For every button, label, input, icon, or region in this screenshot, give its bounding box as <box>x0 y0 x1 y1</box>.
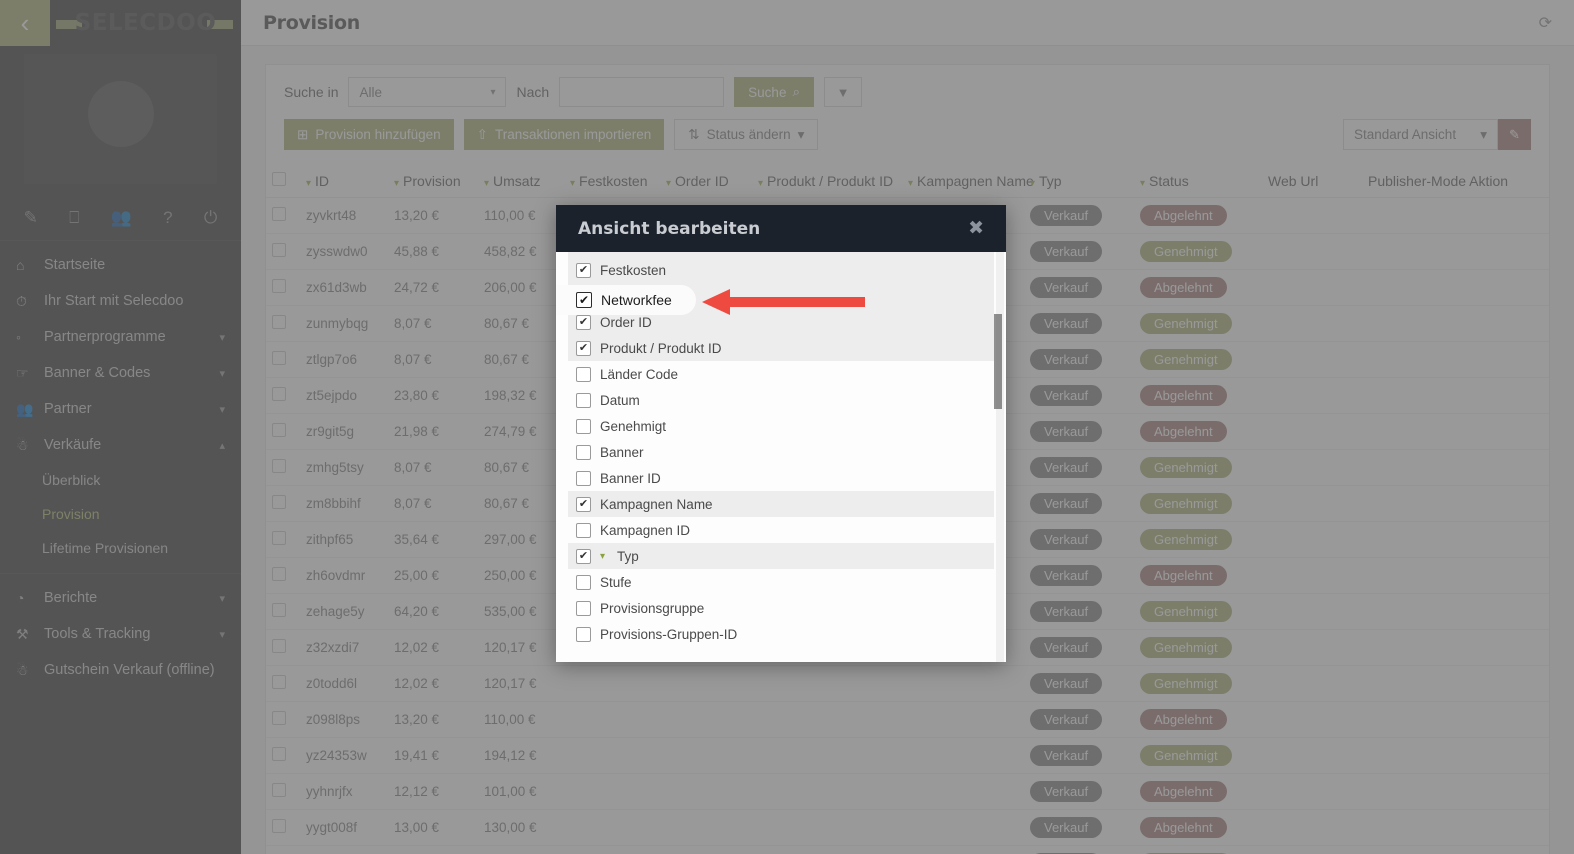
modal-title: Ansicht bearbeiten <box>578 218 761 239</box>
option-row-typ[interactable]: ✔ ▾ Typ <box>568 543 994 569</box>
modal-header: Ansicht bearbeiten ✖ <box>556 205 1006 252</box>
option-checkbox-kampagnen-name[interactable]: ✔ <box>576 496 591 512</box>
option-checkbox-typ[interactable]: ✔ <box>576 548 591 564</box>
option-row-genehmigt[interactable]: Genehmigt <box>568 413 994 439</box>
option-checkbox-banner-id[interactable] <box>576 470 591 486</box>
sort-caret-icon: ▾ <box>600 550 606 562</box>
option-label: Banner ID <box>600 470 661 486</box>
modal-scrollbar-thumb[interactable] <box>994 314 1002 409</box>
option-row-datum[interactable]: Datum <box>568 387 994 413</box>
option-checkbox-produkt-produkt-id[interactable]: ✔ <box>576 340 591 356</box>
option-checkbox-provisions-gruppen-id[interactable] <box>576 626 591 642</box>
option-checkbox-kampagnen-id[interactable] <box>576 522 591 538</box>
highlighted-option-networkfee[interactable]: ✔ Networkfee <box>556 285 696 315</box>
option-label: Festkosten <box>600 262 667 278</box>
option-label: Datum <box>600 392 640 408</box>
option-label: Typ <box>617 548 639 564</box>
option-row-kampagnen-name[interactable]: ✔ Kampagnen Name <box>568 491 994 517</box>
option-label: Genehmigt <box>600 418 667 434</box>
option-row-provisionsgruppe[interactable]: Provisionsgruppe <box>568 595 994 621</box>
close-icon[interactable]: ✖ <box>968 219 984 238</box>
option-row-stufe[interactable]: Stufe <box>568 569 994 595</box>
option-row-provisions-gruppen-id[interactable]: Provisions-Gruppen-ID <box>568 621 994 647</box>
red-pointer-arrow <box>700 288 865 321</box>
option-row-festkosten[interactable]: ✔ Festkosten <box>568 257 994 283</box>
option-row-banner-id[interactable]: Banner ID <box>568 465 994 491</box>
networkfee-label: Networkfee <box>601 292 672 308</box>
option-checkbox-stufe[interactable] <box>576 574 591 590</box>
modal-scrollbar-track[interactable] <box>994 252 1004 662</box>
option-label: Kampagnen ID <box>600 522 691 538</box>
app-root: ‹ SELECDOO ✎ ⎕ 👥 ? ⏻ ⌂ Startseite ⏱ <box>0 0 1574 854</box>
option-row-banner[interactable]: Banner <box>568 439 994 465</box>
option-row-produkt-produkt-id[interactable]: ✔ Produkt / Produkt ID <box>568 335 994 361</box>
option-label: Produkt / Produkt ID <box>600 340 722 356</box>
edit-view-modal: Ansicht bearbeiten ✖ ✔ Festkosten ✔ Network… <box>556 205 1006 662</box>
option-checkbox-datum[interactable] <box>576 392 591 408</box>
option-label: Länder Code <box>600 366 679 382</box>
arrow-left-icon <box>702 289 865 315</box>
option-checkbox-genehmigt[interactable] <box>576 418 591 434</box>
option-label: Provisionsgruppe <box>600 600 705 616</box>
option-label: Kampagnen Name <box>600 496 713 512</box>
option-label: Provisions-Gruppen-ID <box>600 626 738 642</box>
option-checkbox-l-nder-code[interactable] <box>576 366 591 382</box>
option-row-l-nder-code[interactable]: Länder Code <box>568 361 994 387</box>
option-checkbox-festkosten[interactable]: ✔ <box>576 262 591 278</box>
option-label: Order ID <box>600 314 652 330</box>
option-checkbox-provisionsgruppe[interactable] <box>576 600 591 616</box>
option-label: Stufe <box>600 574 632 590</box>
option-label: Banner <box>600 444 644 460</box>
option-row-kampagnen-id[interactable]: Kampagnen ID <box>568 517 994 543</box>
networkfee-checkbox[interactable]: ✔ <box>576 292 592 308</box>
option-checkbox-order-id[interactable]: ✔ <box>576 314 591 330</box>
option-checkbox-banner[interactable] <box>576 444 591 460</box>
